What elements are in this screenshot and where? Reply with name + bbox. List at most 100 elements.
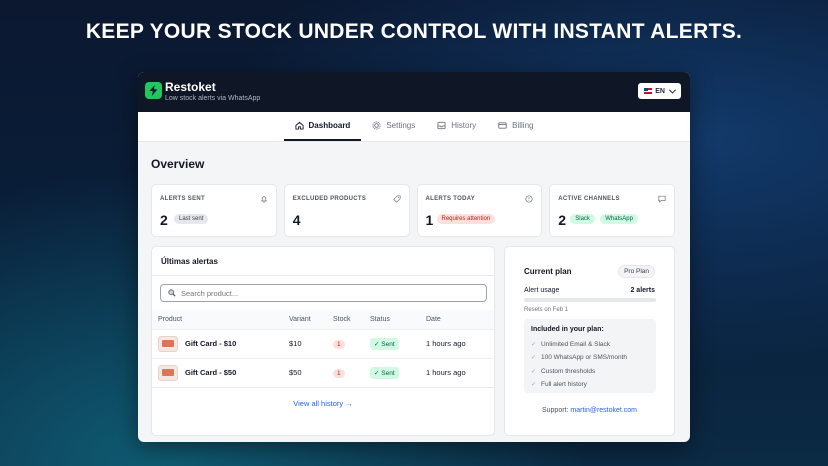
page-title: Overview bbox=[151, 157, 205, 171]
card-value: 1 bbox=[425, 212, 434, 228]
chat-icon bbox=[658, 195, 666, 203]
feature-item: ✓ Unlimited Email & Slack bbox=[531, 338, 649, 351]
divider bbox=[152, 387, 494, 388]
feature-label: Custom thresholds bbox=[541, 367, 596, 375]
stats-cards: ALERTS SENT 2 Last sent EXCLUDED PRODUCT… bbox=[151, 184, 675, 237]
whatsapp-badge: WhatsApp bbox=[600, 214, 638, 224]
card-label: ALERTS SENT bbox=[160, 196, 205, 202]
gear-icon bbox=[372, 121, 381, 130]
divider bbox=[152, 275, 494, 276]
card-label: ALERTS TODAY bbox=[425, 196, 476, 202]
column-header: Product bbox=[152, 310, 283, 329]
stock-badge: 1 bbox=[333, 339, 345, 349]
app-name: Restoket bbox=[165, 80, 216, 94]
feature-label: Full alert history bbox=[541, 381, 587, 389]
tag-icon bbox=[392, 195, 401, 203]
nav-tabs: Dashboard Settings History Billing bbox=[138, 112, 690, 142]
usage-label: Alert usage bbox=[524, 287, 560, 294]
card-label: ACTIVE CHANNELS bbox=[558, 196, 620, 202]
included-features-box: Included in your plan: ✓ Unlimited Email … bbox=[524, 319, 656, 393]
view-all-history-link[interactable]: View all history → bbox=[152, 399, 494, 408]
table-header-row: Product Variant Stock Status Date bbox=[152, 310, 494, 329]
status-badge: ✓ Sent bbox=[370, 337, 399, 350]
date-cell: 1 hours ago bbox=[420, 328, 494, 358]
status-badge: Requires attention bbox=[436, 214, 496, 224]
card-label: EXCLUDED PRODUCTS bbox=[292, 196, 367, 202]
table-row[interactable]: Gift Card - $50 $50 1 ✓ Sent 1 hours ago bbox=[152, 357, 494, 387]
lightning-logo-icon bbox=[145, 82, 162, 99]
tab-history[interactable]: History bbox=[426, 112, 487, 141]
usage-progress-bar bbox=[524, 298, 656, 302]
plan-badge: Pro Plan bbox=[618, 265, 655, 278]
card-alerts-today: ALERTS TODAY 1 Requires attention bbox=[416, 184, 543, 237]
support-line: Support: martin@restoket.com bbox=[505, 407, 674, 414]
check-icon: ✓ bbox=[531, 382, 537, 389]
search-box[interactable] bbox=[160, 284, 487, 302]
tab-billing-label: Billing bbox=[512, 121, 534, 130]
us-flag-icon bbox=[644, 88, 653, 94]
column-header: Stock bbox=[327, 310, 364, 329]
card-alerts-sent: ALERTS SENT 2 Last sent bbox=[151, 184, 277, 237]
language-label: EN bbox=[655, 87, 665, 95]
app-window: Restoket Low stock alerts via WhatsApp E… bbox=[138, 72, 690, 442]
alerts-panel: Últimas alertas Product Variant Stock St… bbox=[151, 246, 495, 436]
gift-card-thumbnail-icon bbox=[158, 335, 178, 352]
language-selector[interactable]: EN bbox=[638, 83, 681, 99]
alerts-panel-title: Últimas alertas bbox=[161, 257, 218, 266]
date-cell: 1 hours ago bbox=[420, 357, 494, 387]
feature-item: ✓ Full alert history bbox=[531, 378, 649, 391]
card-value: 4 bbox=[292, 212, 301, 228]
column-header: Date bbox=[420, 310, 494, 329]
feature-label: Unlimited Email & Slack bbox=[541, 341, 611, 349]
feature-item: ✓ 100 WhatsApp or SMS/month bbox=[531, 351, 649, 364]
search-input[interactable] bbox=[181, 288, 471, 298]
column-header: Status bbox=[364, 310, 420, 329]
product-name: Gift Card - $10 bbox=[185, 339, 237, 348]
check-icon: ✓ bbox=[531, 368, 537, 375]
reset-date: Resets on Feb 1 bbox=[524, 307, 569, 313]
tab-dashboard[interactable]: Dashboard bbox=[283, 112, 362, 141]
status-badge: Last sent bbox=[174, 214, 209, 224]
product-cell: Gift Card - $50 bbox=[158, 364, 277, 381]
search-icon bbox=[168, 289, 176, 297]
feature-item: ✓ Custom thresholds bbox=[531, 365, 649, 378]
product-name: Gift Card - $50 bbox=[185, 368, 237, 378]
check-icon: ✓ bbox=[531, 355, 537, 362]
chevron-down-icon bbox=[668, 86, 677, 94]
variant-cell: $50 bbox=[283, 357, 327, 387]
credit-card-icon bbox=[498, 122, 507, 129]
tab-billing[interactable]: Billing bbox=[487, 112, 544, 141]
card-value: 2 bbox=[160, 212, 168, 228]
stock-badge: 1 bbox=[333, 368, 345, 378]
slack-badge: Slack bbox=[570, 214, 595, 224]
card-active-channels: ACTIVE CHANNELS 2 Slack WhatsApp bbox=[549, 184, 675, 237]
info-icon bbox=[525, 195, 533, 203]
support-email-link[interactable]: martin@restoket.com bbox=[570, 407, 637, 414]
top-bar: Restoket Low stock alerts via WhatsApp E… bbox=[138, 72, 690, 112]
variant-cell: $10 bbox=[283, 328, 327, 358]
plan-title: Current plan bbox=[524, 267, 572, 276]
tab-history-label: History bbox=[451, 121, 477, 130]
included-title: Included in your plan: bbox=[531, 326, 604, 333]
feature-label: 100 WhatsApp or SMS/month bbox=[541, 354, 628, 362]
headline: KEEP YOUR STOCK UNDER CONTROL WITH INSTA… bbox=[85, 20, 743, 43]
tab-settings[interactable]: Settings bbox=[361, 112, 426, 141]
card-value: 2 bbox=[558, 212, 567, 228]
alerts-table: Product Variant Stock Status Date Gift C… bbox=[152, 310, 494, 387]
home-icon bbox=[294, 121, 304, 130]
plan-panel: Current plan Pro Plan Alert usage 2 aler… bbox=[504, 246, 675, 436]
gift-card-thumbnail-icon bbox=[158, 364, 178, 381]
support-label: Support: bbox=[541, 407, 569, 414]
tab-settings-label: Settings bbox=[386, 121, 416, 130]
product-cell: Gift Card - $10 bbox=[158, 335, 277, 352]
usage-value: 2 alerts bbox=[630, 287, 655, 294]
status-badge: ✓ Sent bbox=[370, 366, 399, 379]
card-excluded-products: EXCLUDED PRODUCTS 4 bbox=[283, 184, 410, 237]
app-tagline: Low stock alerts via WhatsApp bbox=[165, 95, 261, 102]
bell-icon bbox=[260, 196, 267, 203]
tab-dashboard-label: Dashboard bbox=[308, 121, 351, 130]
column-header: Variant bbox=[283, 310, 327, 329]
inbox-icon bbox=[437, 121, 446, 130]
check-icon: ✓ bbox=[531, 342, 537, 349]
table-row[interactable]: Gift Card - $10 $10 1 ✓ Sent 1 hours ago bbox=[152, 328, 494, 358]
